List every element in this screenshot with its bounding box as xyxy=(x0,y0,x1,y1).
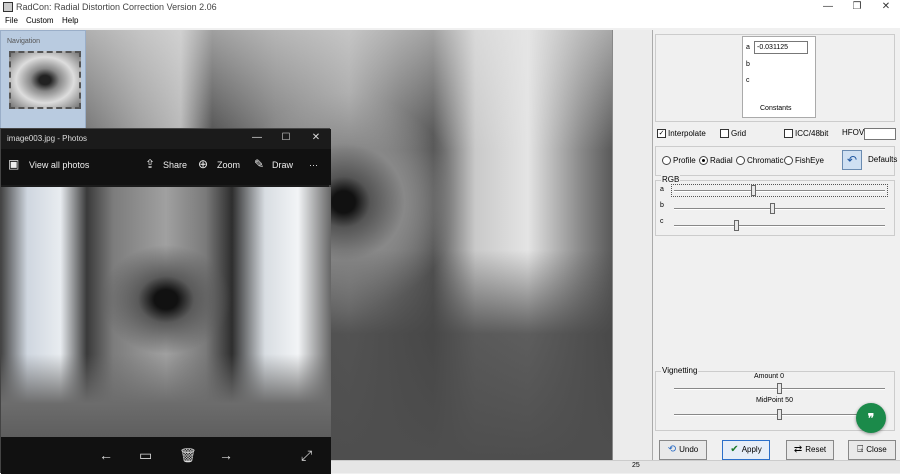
draw-button[interactable]: Draw xyxy=(272,160,293,170)
rgb-a-track[interactable] xyxy=(674,190,885,192)
zoom-button[interactable]: Zoom xyxy=(217,160,240,170)
photos-title-bar: image003.jpg - Photos — ☐ ✕ xyxy=(1,129,331,149)
share-button[interactable]: Share xyxy=(163,160,187,170)
icc-checkbox[interactable] xyxy=(784,129,793,138)
delete-icon[interactable]: 🗑 xyxy=(179,447,197,464)
photos-bottom-bar: ← ▭ 🗑 → ⤢ xyxy=(1,437,331,474)
rgb-b-slider-thumb[interactable] xyxy=(770,203,776,214)
zoom-icon[interactable]: ⊕ xyxy=(198,157,208,171)
undo-label: Undo xyxy=(679,445,699,454)
constants-title: Constants xyxy=(760,105,792,112)
image-icon: ▣ xyxy=(8,157,20,171)
defaults-undo-icon[interactable]: ↶ xyxy=(842,150,862,170)
rgb-a-label: a xyxy=(660,186,664,193)
radial-radio[interactable] xyxy=(699,156,708,165)
photos-close-button[interactable]: ✕ xyxy=(304,132,328,146)
vignetting-title: Vignetting xyxy=(661,366,699,375)
undo-button[interactable]: ⟲ Undo xyxy=(659,440,707,460)
hfov-input[interactable] xyxy=(864,128,896,140)
rgb-c-track[interactable] xyxy=(674,225,885,227)
constant-b-label: b xyxy=(746,61,750,68)
maximize-button[interactable]: ❐ xyxy=(842,0,872,15)
apply-label: Apply xyxy=(741,445,762,454)
close-button[interactable]: ⍈ Close xyxy=(848,440,896,460)
rgb-b-track[interactable] xyxy=(674,208,885,210)
app-icon xyxy=(3,2,13,12)
profile-label: Profile xyxy=(673,156,696,165)
reset-button[interactable]: ⇄ Reset xyxy=(786,440,834,460)
view-all-photos-link[interactable]: View all photos xyxy=(29,160,89,170)
canvas-margin xyxy=(612,30,652,460)
photos-title: image003.jpg - Photos xyxy=(7,134,88,143)
icc-label: ICC/48bit xyxy=(795,129,829,138)
draw-icon[interactable]: ✎ xyxy=(254,157,264,171)
rgb-b-label: b xyxy=(660,202,664,209)
menu-custom[interactable]: Custom xyxy=(26,16,54,25)
constant-a-label: a xyxy=(746,44,750,51)
photos-window: image003.jpg - Photos — ☐ ✕ ▣ View all p… xyxy=(0,128,331,474)
rgb-c-label: c xyxy=(660,218,664,225)
fisheye-label: FishEye xyxy=(795,156,824,165)
close-window-button[interactable]: ✕ xyxy=(871,0,900,15)
menu-bar xyxy=(0,15,900,28)
window-title: RadCon: Radial Distortion Correction Ver… xyxy=(16,2,217,12)
radial-label: Radial xyxy=(710,156,733,165)
chromatic-label: Chromatic xyxy=(747,156,784,165)
apply-button[interactable]: ✔ Apply xyxy=(722,440,770,460)
chromatic-radio[interactable] xyxy=(736,156,745,165)
more-button[interactable]: ··· xyxy=(309,160,318,170)
photos-toolbar: ▣ View all photos ⇪ Share ⊕ Zoom ✎ Draw … xyxy=(1,149,331,185)
navigation-label: Navigation xyxy=(7,38,41,45)
photos-image-floor xyxy=(1,354,331,437)
midpoint-slider-thumb[interactable] xyxy=(776,409,782,420)
slideshow-icon[interactable]: ▭ xyxy=(139,447,152,464)
grid-checkbox[interactable] xyxy=(720,129,729,138)
fullscreen-icon[interactable]: ⤢ xyxy=(301,447,312,464)
door-icon: ⍈ xyxy=(857,444,864,455)
reset-label: Reset xyxy=(805,445,827,454)
reset-icon: ⇄ xyxy=(793,444,803,455)
photos-maximize-button[interactable]: ☐ xyxy=(274,132,298,146)
navigation-panel: Navigation xyxy=(0,30,86,130)
close-label: Close xyxy=(866,445,887,454)
hfov-label: HFOV xyxy=(842,128,865,137)
constant-a-input[interactable] xyxy=(754,41,808,54)
quote-fab-icon[interactable]: ❞ xyxy=(856,403,886,433)
menu-help[interactable]: Help xyxy=(62,16,78,25)
share-icon[interactable]: ⇪ xyxy=(145,157,155,171)
interpolate-checkbox[interactable]: ✓ xyxy=(657,129,666,138)
fisheye-radio[interactable] xyxy=(784,156,793,165)
next-arrow-icon[interactable]: → xyxy=(219,447,233,463)
defaults-label: Defaults xyxy=(868,155,898,164)
rgb-a-slider-thumb[interactable] xyxy=(751,185,757,196)
grid-label: Grid xyxy=(731,129,747,138)
amount-slider-thumb[interactable] xyxy=(776,383,782,394)
undo-icon: ⟲ xyxy=(667,444,677,455)
minimize-button[interactable]: — xyxy=(813,0,843,15)
photos-minimize-button[interactable]: — xyxy=(245,132,269,146)
previous-arrow-icon[interactable]: ← xyxy=(99,447,113,463)
menu-file[interactable]: File xyxy=(5,16,18,25)
rgb-title: RGB xyxy=(661,175,681,184)
constant-c-label: c xyxy=(746,77,750,84)
interpolate-label: Interpolate xyxy=(668,129,706,138)
profile-radio[interactable] xyxy=(662,156,671,165)
checkmark-icon: ✔ xyxy=(730,444,739,455)
midpoint-label: MidPoint 50 xyxy=(756,397,793,404)
navigation-thumbnail[interactable] xyxy=(9,51,81,109)
status-value: 25 xyxy=(632,462,640,469)
amount-label: Amount 0 xyxy=(754,373,784,380)
rgb-c-slider-thumb[interactable] xyxy=(734,220,740,231)
